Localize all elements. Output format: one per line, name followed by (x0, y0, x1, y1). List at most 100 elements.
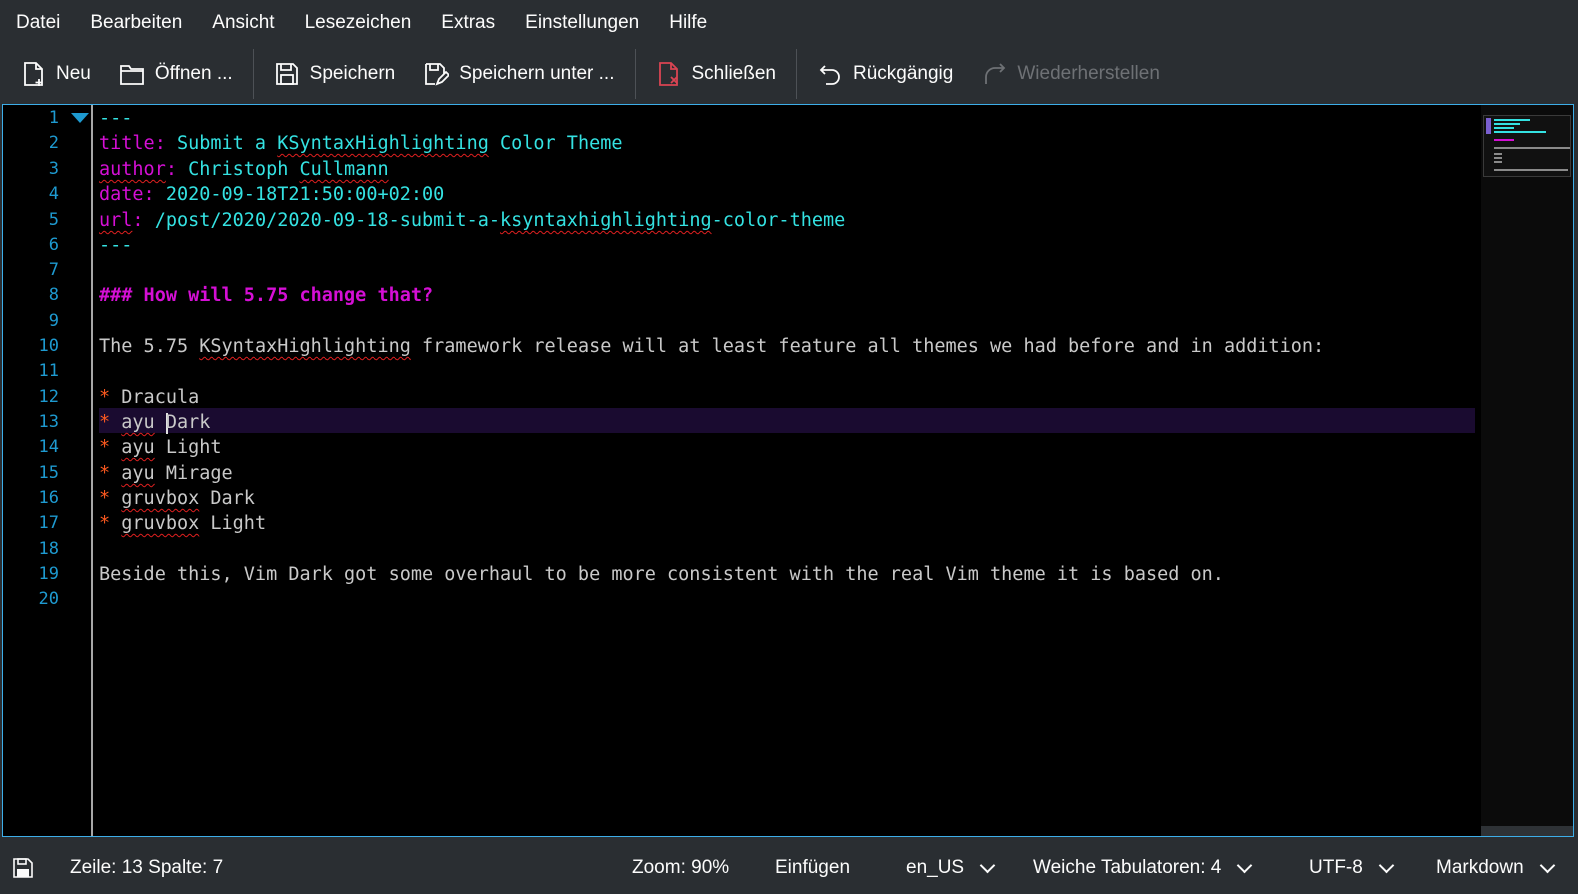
menu-bearbeiten[interactable]: Bearbeiten (75, 0, 197, 46)
code-area[interactable]: --- title: Submit a KSyntaxHighlighting … (99, 105, 1475, 836)
code-line: * ayu Light (99, 437, 222, 458)
code-line: * Dracula (99, 387, 200, 408)
disk-icon (13, 858, 33, 878)
menu-datei[interactable]: Datei (0, 0, 75, 46)
chevron-down-icon (979, 857, 996, 873)
code-line: --- (99, 235, 133, 256)
save-button[interactable]: Speichern (260, 52, 410, 96)
line-number: 11 (38, 361, 59, 381)
document-new-icon (24, 62, 43, 86)
horizontal-scrollbar[interactable] (1481, 826, 1573, 836)
minimap-line (1494, 147, 1570, 149)
line-number: 19 (38, 564, 59, 584)
line-number: 20 (38, 589, 59, 609)
redo-icon (985, 63, 1006, 84)
line-number: 2 (48, 133, 59, 153)
line-number: 12 (38, 387, 59, 407)
save-label: Speichern (309, 63, 396, 84)
code-line: * gruvbox Light (99, 513, 267, 534)
code-line: url: /post/2020/2020-09-18-submit-a-ksyn… (99, 210, 846, 231)
toolbar-separator (796, 49, 797, 99)
undo-label: Rückgängig (853, 63, 954, 84)
input-mode[interactable]: Einfügen (775, 857, 850, 879)
menu-ansicht[interactable]: Ansicht (197, 0, 289, 46)
line-number: 18 (38, 539, 59, 559)
editor-view[interactable]: 1 2 3 4 5 6 7 8 9 10 11 12 13 14 15 16 1… (2, 104, 1574, 837)
chevron-down-icon (1237, 857, 1253, 873)
encoding-select[interactable]: UTF-8 (1309, 857, 1395, 879)
menu-extras[interactable]: Extras (426, 0, 510, 46)
indent-select[interactable]: Weiche Tabulatoren: 4 (1033, 857, 1253, 879)
minimap-line (1494, 153, 1502, 155)
status-bar: Zeile: 13 Spalte: 7 Zoom: 90% Einfügen e… (0, 842, 1578, 894)
open-label: Öffnen ... (154, 63, 233, 84)
code-line: --- (99, 108, 133, 129)
line-number: 10 (38, 336, 59, 356)
encoding-value: UTF-8 (1309, 857, 1363, 878)
line-number: 4 (48, 184, 59, 204)
menu-hilfe[interactable]: Hilfe (654, 0, 722, 46)
dictionary-value: en_US (906, 857, 965, 878)
new-button[interactable]: Neu (0, 52, 105, 96)
undo-button[interactable]: Rückgängig (803, 52, 967, 96)
code-line: * gruvbox Dark (99, 488, 255, 509)
code-line: author: Christoph Cullmann (99, 159, 389, 180)
minimap-line (1494, 139, 1514, 141)
chevron-down-icon (1378, 857, 1395, 873)
zoom-level[interactable]: Zoom: 90% (632, 857, 729, 879)
folder-open-icon (119, 65, 144, 85)
dictionary-select[interactable]: en_US (906, 857, 996, 879)
line-number: 14 (38, 437, 59, 457)
syntax-select[interactable]: Markdown (1436, 857, 1555, 879)
line-number: 8 (48, 285, 59, 305)
toolbar-separator (252, 49, 254, 99)
syntax-value: Markdown (1436, 857, 1524, 878)
minimap-viewport[interactable] (1483, 115, 1571, 177)
line-number: 9 (48, 311, 59, 331)
line-number: 16 (38, 488, 59, 508)
indent-value: Weiche Tabulatoren: 4 (1033, 857, 1222, 878)
redo-label: Wiederherstellen (1017, 63, 1160, 84)
minimap-line (1494, 131, 1546, 133)
code-line: date: 2020-09-18T21:50:00+02:00 (99, 184, 445, 205)
save-as-icon (425, 63, 450, 86)
line-number: 1 (48, 108, 59, 128)
save-as-label: Speichern unter ... (459, 63, 615, 84)
line-number: 7 (48, 260, 59, 280)
save-icon (275, 63, 298, 85)
new-label: Neu (56, 63, 91, 84)
code-line: The 5.75 KSyntaxHighlighting framework r… (99, 336, 1325, 357)
minimap[interactable] (1481, 105, 1573, 836)
chevron-down-icon (1539, 857, 1555, 873)
redo-button[interactable]: Wiederherstellen (967, 52, 1174, 96)
line-number: 3 (48, 159, 59, 179)
toolbar-separator (634, 49, 636, 99)
line-number: 17 (38, 513, 59, 533)
close-document-icon (658, 62, 678, 86)
minimap-marker (1486, 118, 1491, 134)
minimap-line (1494, 169, 1568, 171)
line-number: 5 (48, 210, 59, 230)
menu-bar: Datei Bearbeiten Ansicht Lesezeichen Ext… (0, 0, 1578, 46)
cursor-position[interactable]: Zeile: 13 Spalte: 7 (70, 857, 223, 879)
code-line: * ayu Mirage (99, 463, 233, 484)
code-line: ### How will 5.75 change that? (99, 285, 434, 306)
line-number: 6 (48, 235, 59, 255)
undo-icon (819, 65, 840, 85)
minimap-line (1494, 161, 1502, 163)
menu-einstellungen[interactable]: Einstellungen (510, 0, 654, 46)
current-line-highlight (99, 408, 1475, 433)
line-number: 13 (38, 412, 59, 432)
minimap-line (1494, 123, 1520, 125)
minimap-line (1494, 127, 1514, 129)
menu-lesezeichen[interactable]: Lesezeichen (290, 0, 427, 46)
fold-arrow-icon[interactable] (71, 113, 89, 123)
save-as-button[interactable]: Speichern unter ... (409, 52, 628, 96)
code-line: * ayu Dark (99, 412, 211, 434)
open-button[interactable]: Öffnen ... (105, 52, 247, 96)
close-button[interactable]: Schließen (642, 52, 791, 96)
code-line: Beside this, Vim Dark got some overhaul … (99, 564, 1224, 585)
line-number: 15 (38, 463, 59, 483)
document-modified-indicator[interactable] (12, 857, 34, 879)
code-line: title: Submit a KSyntaxHighlighting Colo… (99, 133, 623, 154)
